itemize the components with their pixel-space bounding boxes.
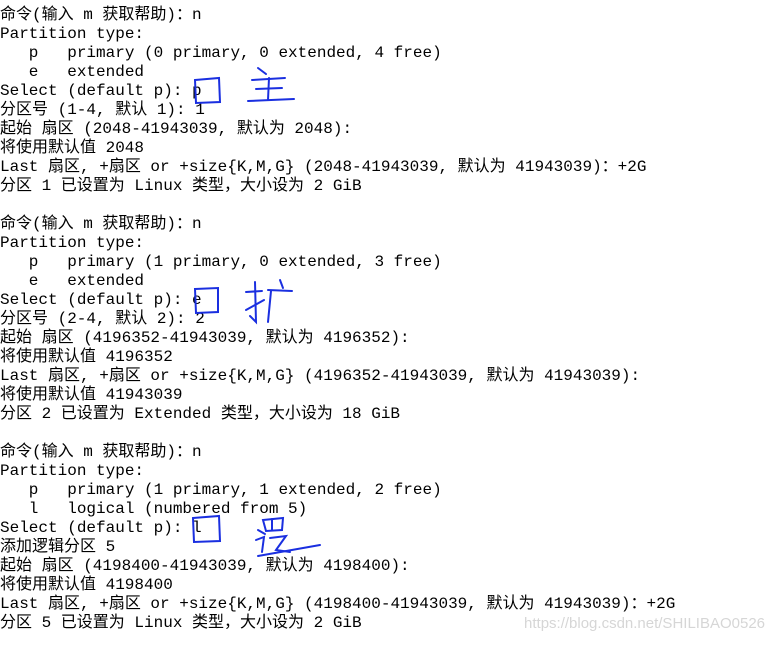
- terminal-line: 将使用默认值 4198400: [0, 576, 173, 594]
- terminal-line: 命令(输入 m 获取帮助)：n: [0, 6, 202, 24]
- terminal-line: Last 扇区, +扇区 or +size{K,M,G} (4196352-41…: [0, 367, 641, 385]
- terminal-line: l logical (numbered from 5): [0, 500, 308, 518]
- terminal-line: p primary (1 primary, 1 extended, 2 free…: [0, 481, 442, 499]
- terminal-line: 将使用默认值 4196352: [0, 348, 173, 366]
- terminal-line: e extended: [0, 63, 145, 81]
- terminal-line: 分区号 (2-4, 默认 2): 2: [0, 310, 205, 328]
- terminal-line: Select (default p): l: [0, 519, 202, 537]
- terminal-line: 分区号 (1-4, 默认 1): 1: [0, 101, 205, 119]
- terminal-line: Select (default p): p: [0, 82, 202, 100]
- terminal-output: 命令(输入 m 获取帮助)：n Partition type: p primary…: [0, 6, 675, 633]
- terminal-line: Partition type:: [0, 234, 145, 252]
- terminal-line: Select (default p): e: [0, 291, 202, 309]
- terminal-line: Last 扇区, +扇区 or +size{K,M,G} (4198400-41…: [0, 595, 676, 613]
- terminal-line: 将使用默认值 41943039: [0, 386, 183, 404]
- terminal-line: Last 扇区, +扇区 or +size{K,M,G} (2048-41943…: [0, 158, 647, 176]
- terminal-line: 分区 1 已设置为 Linux 类型，大小设为 2 GiB: [0, 177, 362, 195]
- terminal-line: 将使用默认值 2048: [0, 139, 145, 157]
- terminal-line: 起始 扇区 (2048-41943039, 默认为 2048):: [0, 120, 353, 138]
- terminal-line: 命令(输入 m 获取帮助)：n: [0, 443, 202, 461]
- terminal-line: 起始 扇区 (4198400-41943039, 默认为 4198400):: [0, 557, 410, 575]
- terminal-line: 分区 2 已设置为 Extended 类型，大小设为 18 GiB: [0, 405, 401, 423]
- terminal-line: 起始 扇区 (4196352-41943039, 默认为 4196352):: [0, 329, 410, 347]
- watermark: https://blog.csdn.net/SHILIBAO0526: [524, 615, 765, 632]
- terminal-line: Partition type:: [0, 25, 145, 43]
- terminal-line: 命令(输入 m 获取帮助)：n: [0, 215, 202, 233]
- terminal-line: Partition type:: [0, 462, 145, 480]
- terminal-line: e extended: [0, 272, 145, 290]
- terminal-line: p primary (1 primary, 0 extended, 3 free…: [0, 253, 442, 271]
- terminal-line: 添加逻辑分区 5: [0, 538, 116, 556]
- terminal-line: p primary (0 primary, 0 extended, 4 free…: [0, 44, 442, 62]
